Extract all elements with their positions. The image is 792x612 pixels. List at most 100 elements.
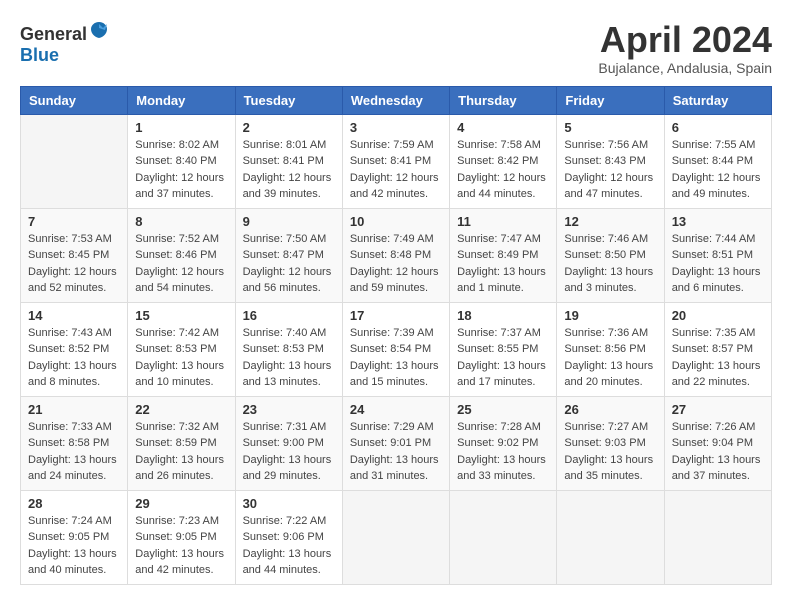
- calendar-cell: 25 Sunrise: 7:28 AMSunset: 9:02 PMDayligh…: [450, 396, 557, 490]
- day-info: Sunrise: 7:29 AMSunset: 9:01 PMDaylight:…: [350, 419, 442, 485]
- calendar-cell: 16 Sunrise: 7:40 AMSunset: 8:53 PMDayligh…: [235, 302, 342, 396]
- day-info: Sunrise: 7:55 AMSunset: 8:44 PMDaylight:…: [672, 137, 764, 203]
- calendar-cell: 3Sunrise: 7:59 AMSunset: 8:41 PMDaylight…: [342, 114, 449, 208]
- weekday-header-row: SundayMondayTuesdayWednesdayThursdayFrid…: [21, 86, 772, 114]
- day-info: Sunrise: 7:42 AMSunset: 8:53 PMDaylight:…: [135, 325, 227, 391]
- day-number: 13: [672, 214, 764, 229]
- calendar-cell: 4 Sunrise: 7:58 AMSunset: 8:42 PMDaylight…: [450, 114, 557, 208]
- calendar-cell: 23Sunrise: 7:31 AMSunset: 9:00 PMDayligh…: [235, 396, 342, 490]
- day-info: Sunrise: 7:46 AMSunset: 8:50 PMDaylight:…: [564, 231, 656, 297]
- day-number: 6: [672, 120, 764, 135]
- day-info: Sunrise: 7:40 AMSunset: 8:53 PMDaylight:…: [243, 325, 335, 391]
- logo-bird-icon: [89, 20, 109, 40]
- day-number: 28: [28, 496, 120, 511]
- day-number: 24: [350, 402, 442, 417]
- calendar-cell: 15 Sunrise: 7:42 AMSunset: 8:53 PMDayligh…: [128, 302, 235, 396]
- day-info: Sunrise: 7:35 AMSunset: 8:57 PMDaylight:…: [672, 325, 764, 391]
- weekday-sunday: Sunday: [21, 86, 128, 114]
- day-info: Sunrise: 7:26 AMSunset: 9:04 PMDaylight:…: [672, 419, 764, 485]
- day-number: 27: [672, 402, 764, 417]
- calendar-cell: 27 Sunrise: 7:26 AMSunset: 9:04 PMDayligh…: [664, 396, 771, 490]
- weekday-saturday: Saturday: [664, 86, 771, 114]
- week-row-2: 7 Sunrise: 7:53 AMSunset: 8:45 PMDaylight…: [21, 208, 772, 302]
- day-number: 3: [350, 120, 442, 135]
- day-info: Sunrise: 7:32 AMSunset: 8:59 PMDaylight:…: [135, 419, 227, 485]
- day-info: Sunrise: 7:27 AMSunset: 9:03 PMDaylight:…: [564, 419, 656, 485]
- day-number: 22: [135, 402, 227, 417]
- location-title: Bujalance, Andalusia, Spain: [598, 60, 772, 76]
- day-number: 19: [564, 308, 656, 323]
- day-info: Sunrise: 7:44 AMSunset: 8:51 PMDaylight:…: [672, 231, 764, 297]
- day-info: Sunrise: 7:52 AMSunset: 8:46 PMDaylight:…: [135, 231, 227, 297]
- week-row-5: 28 Sunrise: 7:24 AMSunset: 9:05 PMDayligh…: [21, 490, 772, 584]
- title-section: April 2024 Bujalance, Andalusia, Spain: [598, 20, 772, 76]
- day-info: Sunrise: 7:23 AMSunset: 9:05 PMDaylight:…: [135, 513, 227, 579]
- day-info: Sunrise: 7:49 AMSunset: 8:48 PMDaylight:…: [350, 231, 442, 297]
- day-number: 25: [457, 402, 549, 417]
- day-number: 11: [457, 214, 549, 229]
- day-number: 4: [457, 120, 549, 135]
- weekday-thursday: Thursday: [450, 86, 557, 114]
- calendar-cell: 9Sunrise: 7:50 AMSunset: 8:47 PMDaylight…: [235, 208, 342, 302]
- day-number: 30: [243, 496, 335, 511]
- month-title: April 2024: [598, 20, 772, 60]
- logo-blue: Blue: [20, 45, 59, 65]
- calendar-cell: 11Sunrise: 7:47 AMSunset: 8:49 PMDayligh…: [450, 208, 557, 302]
- weekday-friday: Friday: [557, 86, 664, 114]
- calendar-cell: 29 Sunrise: 7:23 AMSunset: 9:05 PMDayligh…: [128, 490, 235, 584]
- day-info: Sunrise: 7:58 AMSunset: 8:42 PMDaylight:…: [457, 137, 549, 203]
- day-number: 9: [243, 214, 335, 229]
- calendar-cell: 2Sunrise: 8:01 AMSunset: 8:41 PMDaylight…: [235, 114, 342, 208]
- logo: General Blue: [20, 20, 109, 66]
- calendar-cell: 30 Sunrise: 7:22 AMSunset: 9:06 PMDayligh…: [235, 490, 342, 584]
- day-info: Sunrise: 7:43 AMSunset: 8:52 PMDaylight:…: [28, 325, 120, 391]
- weekday-wednesday: Wednesday: [342, 86, 449, 114]
- day-info: Sunrise: 7:37 AMSunset: 8:55 PMDaylight:…: [457, 325, 549, 391]
- week-row-1: 1Sunrise: 8:02 AMSunset: 8:40 PMDaylight…: [21, 114, 772, 208]
- calendar-cell: [342, 490, 449, 584]
- calendar-cell: 28 Sunrise: 7:24 AMSunset: 9:05 PMDayligh…: [21, 490, 128, 584]
- weekday-monday: Monday: [128, 86, 235, 114]
- calendar-cell: 1Sunrise: 8:02 AMSunset: 8:40 PMDaylight…: [128, 114, 235, 208]
- day-number: 1: [135, 120, 227, 135]
- day-number: 16: [243, 308, 335, 323]
- page-header: General Blue April 2024 Bujalance, Andal…: [20, 20, 772, 76]
- day-number: 14: [28, 308, 120, 323]
- calendar-cell: 14 Sunrise: 7:43 AMSunset: 8:52 PMDayligh…: [21, 302, 128, 396]
- calendar-cell: 22 Sunrise: 7:32 AMSunset: 8:59 PMDayligh…: [128, 396, 235, 490]
- day-number: 15: [135, 308, 227, 323]
- calendar-cell: 21Sunrise: 7:33 AMSunset: 8:58 PMDayligh…: [21, 396, 128, 490]
- day-number: 20: [672, 308, 764, 323]
- calendar-cell: [21, 114, 128, 208]
- day-number: 2: [243, 120, 335, 135]
- day-info: Sunrise: 7:28 AMSunset: 9:02 PMDaylight:…: [457, 419, 549, 485]
- day-number: 7: [28, 214, 120, 229]
- day-number: 12: [564, 214, 656, 229]
- calendar-cell: [664, 490, 771, 584]
- calendar-cell: 13 Sunrise: 7:44 AMSunset: 8:51 PMDayligh…: [664, 208, 771, 302]
- day-number: 17: [350, 308, 442, 323]
- calendar-cell: 5 Sunrise: 7:56 AMSunset: 8:43 PMDaylight…: [557, 114, 664, 208]
- calendar-cell: 24 Sunrise: 7:29 AMSunset: 9:01 PMDayligh…: [342, 396, 449, 490]
- week-row-3: 14 Sunrise: 7:43 AMSunset: 8:52 PMDayligh…: [21, 302, 772, 396]
- day-info: Sunrise: 7:22 AMSunset: 9:06 PMDaylight:…: [243, 513, 335, 579]
- day-info: Sunrise: 7:53 AMSunset: 8:45 PMDaylight:…: [28, 231, 120, 297]
- day-info: Sunrise: 7:24 AMSunset: 9:05 PMDaylight:…: [28, 513, 120, 579]
- day-number: 10: [350, 214, 442, 229]
- calendar-cell: 6 Sunrise: 7:55 AMSunset: 8:44 PMDaylight…: [664, 114, 771, 208]
- calendar-table: SundayMondayTuesdayWednesdayThursdayFrid…: [20, 86, 772, 585]
- day-info: Sunrise: 7:56 AMSunset: 8:43 PMDaylight:…: [564, 137, 656, 203]
- day-number: 23: [243, 402, 335, 417]
- day-number: 8: [135, 214, 227, 229]
- calendar-cell: 12 Sunrise: 7:46 AMSunset: 8:50 PMDayligh…: [557, 208, 664, 302]
- calendar-cell: [557, 490, 664, 584]
- calendar-cell: 8 Sunrise: 7:52 AMSunset: 8:46 PMDaylight…: [128, 208, 235, 302]
- calendar-cell: 26Sunrise: 7:27 AMSunset: 9:03 PMDayligh…: [557, 396, 664, 490]
- day-number: 5: [564, 120, 656, 135]
- calendar-cell: 20 Sunrise: 7:35 AMSunset: 8:57 PMDayligh…: [664, 302, 771, 396]
- calendar-cell: 17Sunrise: 7:39 AMSunset: 8:54 PMDayligh…: [342, 302, 449, 396]
- week-row-4: 21Sunrise: 7:33 AMSunset: 8:58 PMDayligh…: [21, 396, 772, 490]
- logo-general: General: [20, 24, 87, 44]
- weekday-tuesday: Tuesday: [235, 86, 342, 114]
- day-number: 29: [135, 496, 227, 511]
